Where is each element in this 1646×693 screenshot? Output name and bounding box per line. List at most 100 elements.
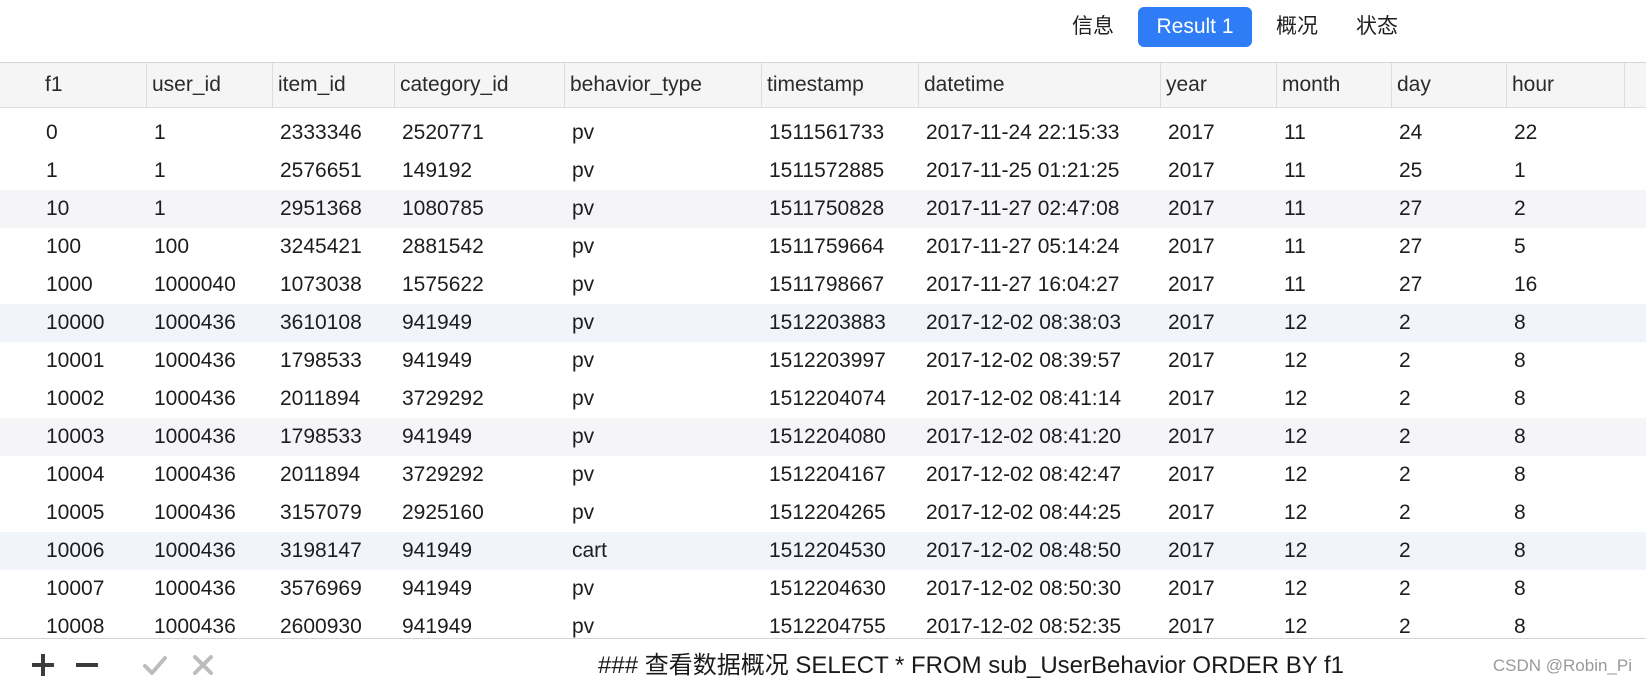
cell-f1[interactable]: 10005 <box>46 494 104 532</box>
tab-info[interactable]: 信息 <box>1058 7 1128 47</box>
table-row[interactable]: 10006 1000436 3198147 941949 cart 1512204530 2… <box>0 532 1646 570</box>
cell-timestamp[interactable]: 1512204080 <box>769 418 886 456</box>
result-grid[interactable]: 0 1 2333346 2520771 pv 1511561733 2017-11-24 2… <box>0 114 1646 638</box>
cell-month[interactable]: 12 <box>1284 456 1307 494</box>
cell-datetime[interactable]: 2017-11-27 02:47:08 <box>926 190 1119 228</box>
column-header-user-id[interactable]: user_id <box>146 63 272 107</box>
cell-behavior-type[interactable]: pv <box>572 418 594 456</box>
cell-category-id[interactable]: 149192 <box>402 152 472 190</box>
cell-user-id[interactable]: 100 <box>154 228 189 266</box>
cell-f1[interactable]: 1000 <box>46 266 93 304</box>
cell-hour[interactable]: 5 <box>1514 228 1526 266</box>
cell-day[interactable]: 27 <box>1399 228 1422 266</box>
table-row[interactable]: 10002 1000436 2011894 3729292 pv 1512204074 20… <box>0 380 1646 418</box>
cell-datetime[interactable]: 2017-12-02 08:39:57 <box>926 342 1121 380</box>
tab-status[interactable]: 状态 <box>1342 7 1412 47</box>
cell-month[interactable]: 12 <box>1284 342 1307 380</box>
cell-datetime[interactable]: 2017-12-02 08:38:03 <box>926 304 1121 342</box>
cell-item-id[interactable]: 1073038 <box>280 266 362 304</box>
cell-hour[interactable]: 8 <box>1514 570 1526 608</box>
cell-behavior-type[interactable]: pv <box>572 380 594 418</box>
cell-item-id[interactable]: 3610108 <box>280 304 362 342</box>
cell-item-id[interactable]: 2011894 <box>280 456 360 494</box>
column-header-year[interactable]: year <box>1160 63 1276 107</box>
cell-item-id[interactable]: 3576969 <box>280 570 362 608</box>
cell-user-id[interactable]: 1 <box>154 114 166 152</box>
cell-datetime[interactable]: 2017-12-02 08:50:30 <box>926 570 1121 608</box>
cell-hour[interactable]: 22 <box>1514 114 1537 152</box>
cell-user-id[interactable]: 1000040 <box>154 266 236 304</box>
column-header-category-id[interactable]: category_id <box>394 63 564 107</box>
cell-year[interactable]: 2017 <box>1168 532 1215 570</box>
column-header-timestamp[interactable]: timestamp <box>761 63 918 107</box>
cell-datetime[interactable]: 2017-12-02 08:52:35 <box>926 608 1121 638</box>
column-header-day[interactable]: day <box>1391 63 1506 107</box>
table-row[interactable]: 10008 1000436 2600930 941949 pv 1512204755 201… <box>0 608 1646 638</box>
cell-year[interactable]: 2017 <box>1168 304 1215 342</box>
cell-f1[interactable]: 10003 <box>46 418 104 456</box>
cell-behavior-type[interactable]: pv <box>572 570 594 608</box>
cell-f1[interactable]: 10007 <box>46 570 104 608</box>
cell-timestamp[interactable]: 1511798667 <box>769 266 884 304</box>
cell-year[interactable]: 2017 <box>1168 570 1215 608</box>
cell-day[interactable]: 2 <box>1399 342 1411 380</box>
cell-timestamp[interactable]: 1512203883 <box>769 304 886 342</box>
table-row[interactable]: 10001 1000436 1798533 941949 pv 1512203997 201… <box>0 342 1646 380</box>
cell-timestamp[interactable]: 1512204755 <box>769 608 886 638</box>
cell-category-id[interactable]: 941949 <box>402 532 472 570</box>
cell-behavior-type[interactable]: pv <box>572 494 594 532</box>
cell-month[interactable]: 11 <box>1284 266 1306 304</box>
cell-day[interactable]: 2 <box>1399 532 1411 570</box>
cell-user-id[interactable]: 1000436 <box>154 380 236 418</box>
cell-day[interactable]: 27 <box>1399 266 1422 304</box>
cell-f1[interactable]: 10008 <box>46 608 104 638</box>
cell-year[interactable]: 2017 <box>1168 608 1215 638</box>
table-row[interactable]: 10 1 2951368 1080785 pv 1511750828 2017-11-27 … <box>0 190 1646 228</box>
cell-category-id[interactable]: 2925160 <box>402 494 484 532</box>
cell-day[interactable]: 27 <box>1399 190 1422 228</box>
cell-hour[interactable]: 8 <box>1514 418 1526 456</box>
cell-month[interactable]: 11 <box>1284 190 1306 228</box>
cell-hour[interactable]: 8 <box>1514 342 1526 380</box>
cell-timestamp[interactable]: 1512204530 <box>769 532 886 570</box>
cell-timestamp[interactable]: 1512204074 <box>769 380 886 418</box>
cell-behavior-type[interactable]: pv <box>572 342 594 380</box>
cell-behavior-type[interactable]: pv <box>572 152 594 190</box>
cell-item-id[interactable]: 3198147 <box>280 532 362 570</box>
cell-f1[interactable]: 0 <box>46 114 58 152</box>
cell-datetime[interactable]: 2017-11-27 05:14:24 <box>926 228 1119 266</box>
cell-timestamp[interactable]: 1512204630 <box>769 570 886 608</box>
cell-year[interactable]: 2017 <box>1168 418 1215 456</box>
cell-month[interactable]: 12 <box>1284 304 1307 342</box>
cell-item-id[interactable]: 1798533 <box>280 418 362 456</box>
cell-month[interactable]: 12 <box>1284 570 1307 608</box>
cell-year[interactable]: 2017 <box>1168 342 1215 380</box>
column-header-hour[interactable]: hour <box>1506 63 1624 107</box>
cell-day[interactable]: 25 <box>1399 152 1422 190</box>
cell-behavior-type[interactable]: pv <box>572 114 594 152</box>
cell-year[interactable]: 2017 <box>1168 494 1215 532</box>
cell-month[interactable]: 12 <box>1284 494 1307 532</box>
table-row[interactable]: 10000 1000436 3610108 941949 pv 1512203883 201… <box>0 304 1646 342</box>
add-row-button[interactable] <box>28 650 58 680</box>
tab-overview[interactable]: 概况 <box>1262 7 1332 47</box>
cell-item-id[interactable]: 2600930 <box>280 608 362 638</box>
cell-category-id[interactable]: 2520771 <box>402 114 484 152</box>
table-row[interactable]: 10005 1000436 3157079 2925160 pv 1512204265 20… <box>0 494 1646 532</box>
table-row[interactable]: 100 100 3245421 2881542 pv 1511759664 2017-11-… <box>0 228 1646 266</box>
cell-user-id[interactable]: 1000436 <box>154 570 236 608</box>
cell-behavior-type[interactable]: pv <box>572 228 594 266</box>
column-header-behavior-type[interactable]: behavior_type <box>564 63 761 107</box>
cell-month[interactable]: 12 <box>1284 608 1307 638</box>
cell-datetime[interactable]: 2017-12-02 08:44:25 <box>926 494 1121 532</box>
cell-item-id[interactable]: 3157079 <box>280 494 362 532</box>
column-header-month[interactable]: month <box>1276 63 1391 107</box>
cell-item-id[interactable]: 1798533 <box>280 342 362 380</box>
cell-day[interactable]: 2 <box>1399 494 1411 532</box>
table-row[interactable]: 10007 1000436 3576969 941949 pv 1512204630 201… <box>0 570 1646 608</box>
cell-user-id[interactable]: 1000436 <box>154 418 236 456</box>
cell-hour[interactable]: 8 <box>1514 304 1526 342</box>
cell-datetime[interactable]: 2017-11-25 01:21:25 <box>926 152 1119 190</box>
cell-item-id[interactable]: 2576651 <box>280 152 362 190</box>
cell-timestamp[interactable]: 1512204265 <box>769 494 886 532</box>
